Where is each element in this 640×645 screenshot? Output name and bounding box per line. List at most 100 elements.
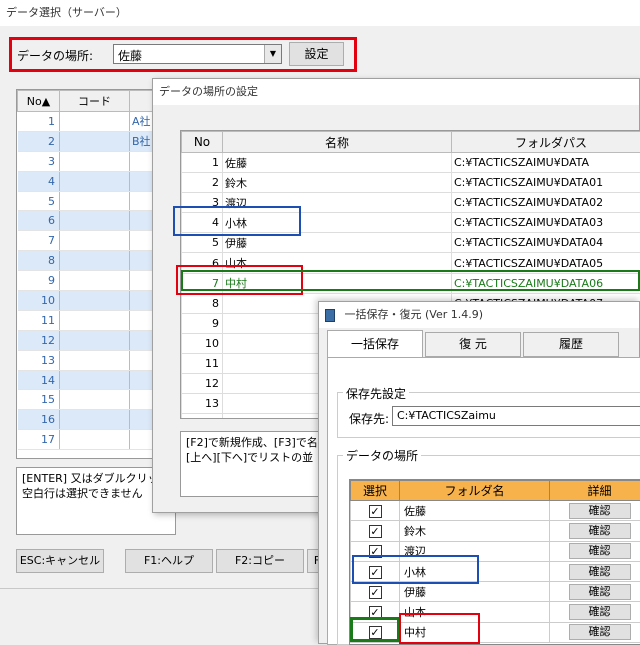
f1-help-button[interactable]: F1:ヘルプ: [125, 549, 213, 573]
cell-no: 1: [18, 112, 60, 132]
loc-col-path-header[interactable]: フォルダパス: [452, 132, 640, 153]
detail-cell: 確認: [550, 582, 640, 602]
tab-restore-label: 復 元: [459, 337, 487, 351]
location-dialog-title: データの場所の設定: [153, 79, 639, 105]
cell-path: C:¥TACTICSZAIMU¥DATA02: [452, 193, 640, 213]
select-checkbox[interactable]: ✓: [369, 586, 382, 599]
cell-code: [60, 191, 130, 211]
tab-restore[interactable]: 復 元: [425, 332, 521, 357]
cell-no: 11: [18, 310, 60, 330]
backup-dialog-title: 一括保存・復元 (Ver 1.4.9): [345, 308, 484, 321]
confirm-button[interactable]: 確認: [569, 604, 631, 620]
cell-code: [60, 430, 130, 450]
select-cell: ✓: [351, 521, 400, 541]
folder-name: 伊藤: [400, 582, 550, 602]
cell-code: [60, 131, 130, 151]
select-cell: ✓: [351, 501, 400, 521]
cell-no: 10: [182, 333, 223, 353]
backup-dialog-titlebar: 一括保存・復元 (Ver 1.4.9): [319, 302, 639, 328]
cell-no: 15: [18, 390, 60, 410]
table-row: ✓ 佐藤 確認: [351, 501, 640, 521]
table-row[interactable]: 1佐藤C:¥TACTICSZAIMU¥DATA: [182, 153, 640, 173]
cell-code: [60, 151, 130, 171]
cell-no: 9: [182, 313, 223, 333]
col-detail-header: 詳細: [550, 481, 640, 501]
cell-path: C:¥TACTICSZAIMU¥DATA01: [452, 173, 640, 193]
detail-cell: 確認: [550, 501, 640, 521]
cell-no: 3: [18, 151, 60, 171]
table-row[interactable]: 2鈴木C:¥TACTICSZAIMU¥DATA01: [182, 173, 640, 193]
cell-name: 鈴木: [223, 173, 452, 193]
cell-path: C:¥TACTICSZAIMU¥DATA: [452, 153, 640, 173]
cell-no: 4: [18, 171, 60, 191]
app-icon: [325, 309, 335, 322]
folder-name: 佐藤: [400, 501, 550, 521]
cell-code: [60, 271, 130, 291]
hint-line-1: [ENTER] 又はダブルクリック: [22, 471, 170, 486]
col-folder-header: フォルダ名: [400, 481, 550, 501]
kobayashi-folder-highlight: [352, 555, 479, 584]
cell-code: [60, 370, 130, 390]
cell-code: [60, 310, 130, 330]
loc-col-name-header[interactable]: 名称: [223, 132, 452, 153]
detail-cell: 確認: [550, 541, 640, 561]
cell-no: 12: [18, 330, 60, 350]
dest-group-label: 保存先設定: [343, 385, 409, 402]
nakamura-check-highlight: [350, 617, 400, 642]
main-title: データ選択（サーバー）: [0, 0, 640, 26]
cell-path: C:¥TACTICSZAIMU¥DATA04: [452, 233, 640, 253]
esc-cancel-button[interactable]: ESC:キャンセル: [16, 549, 104, 573]
cell-code: [60, 291, 130, 311]
confirm-button[interactable]: 確認: [569, 523, 631, 539]
tab-bulk-save-label: 一括保存: [351, 337, 399, 351]
select-checkbox[interactable]: ✓: [369, 505, 382, 518]
cell-code: [60, 211, 130, 231]
col-code-header[interactable]: コード: [60, 91, 130, 112]
cell-code: [60, 171, 130, 191]
confirm-button[interactable]: 確認: [569, 624, 631, 640]
table-row: ✓ 伊藤 確認: [351, 582, 640, 602]
loc-col-no-header[interactable]: No: [182, 132, 223, 153]
confirm-button[interactable]: 確認: [569, 543, 631, 559]
cell-no: 2: [18, 131, 60, 151]
dest-input-value: C:¥TACTICSZaimu: [397, 409, 496, 422]
col-no-header[interactable]: No▲: [18, 91, 60, 112]
cell-code: [60, 410, 130, 430]
cell-no: 17: [18, 430, 60, 450]
detail-cell: 確認: [550, 521, 640, 541]
dest-label: 保存先:: [349, 410, 389, 427]
cell-no: 9: [18, 271, 60, 291]
cell-no: 7: [18, 231, 60, 251]
folder-name: 鈴木: [400, 521, 550, 541]
kobayashi-highlight: [173, 206, 301, 236]
confirm-button[interactable]: 確認: [569, 584, 631, 600]
dest-input[interactable]: C:¥TACTICSZaimu: [392, 406, 640, 426]
cell-path: C:¥TACTICSZAIMU¥DATA03: [452, 213, 640, 233]
cell-no: 16: [18, 410, 60, 430]
cell-code: [60, 231, 130, 251]
cell-no: 14: [182, 414, 223, 419]
confirm-button[interactable]: 確認: [569, 503, 631, 519]
cell-no: 2: [182, 173, 223, 193]
cell-no: 13: [182, 394, 223, 414]
cell-code: [60, 350, 130, 370]
confirm-button[interactable]: 確認: [569, 564, 631, 580]
cell-no: 5: [18, 191, 60, 211]
cell-no: 14: [18, 370, 60, 390]
select-cell: ✓: [351, 582, 400, 602]
cell-no: 13: [18, 350, 60, 370]
select-checkbox[interactable]: ✓: [369, 525, 382, 538]
cell-no: 8: [18, 251, 60, 271]
cell-code: [60, 330, 130, 350]
tab-history[interactable]: 履歴: [523, 332, 619, 357]
cell-code: [60, 251, 130, 271]
tab-history-label: 履歴: [559, 337, 583, 351]
cell-no: 12: [182, 374, 223, 394]
f2-copy-button[interactable]: F2:コピー: [216, 549, 304, 573]
tab-bulk-save[interactable]: 一括保存: [327, 330, 423, 358]
cell-no: 8: [182, 293, 223, 313]
cell-no: 10: [18, 291, 60, 311]
detail-cell: 確認: [550, 602, 640, 622]
cell-name: 佐藤: [223, 153, 452, 173]
table-row: ✓ 鈴木 確認: [351, 521, 640, 541]
